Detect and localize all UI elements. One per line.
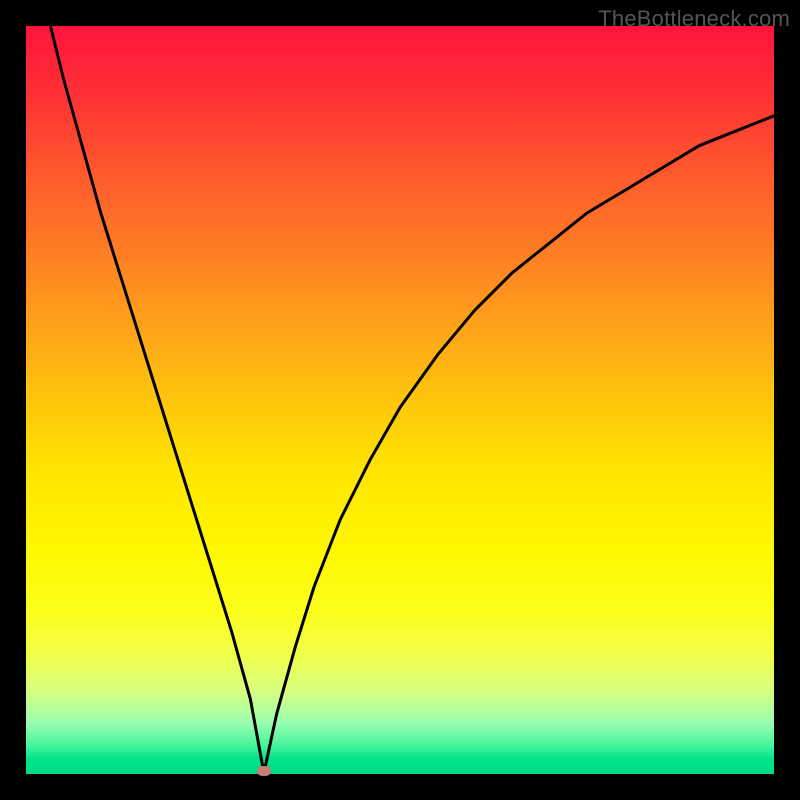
- chart-frame: [26, 26, 774, 774]
- bottleneck-curve-svg: [26, 26, 774, 774]
- watermark-text: TheBottleneck.com: [598, 6, 790, 31]
- bottleneck-curve-path: [51, 27, 774, 773]
- watermark: TheBottleneck.com: [598, 6, 790, 32]
- minimum-point-marker: [257, 766, 271, 776]
